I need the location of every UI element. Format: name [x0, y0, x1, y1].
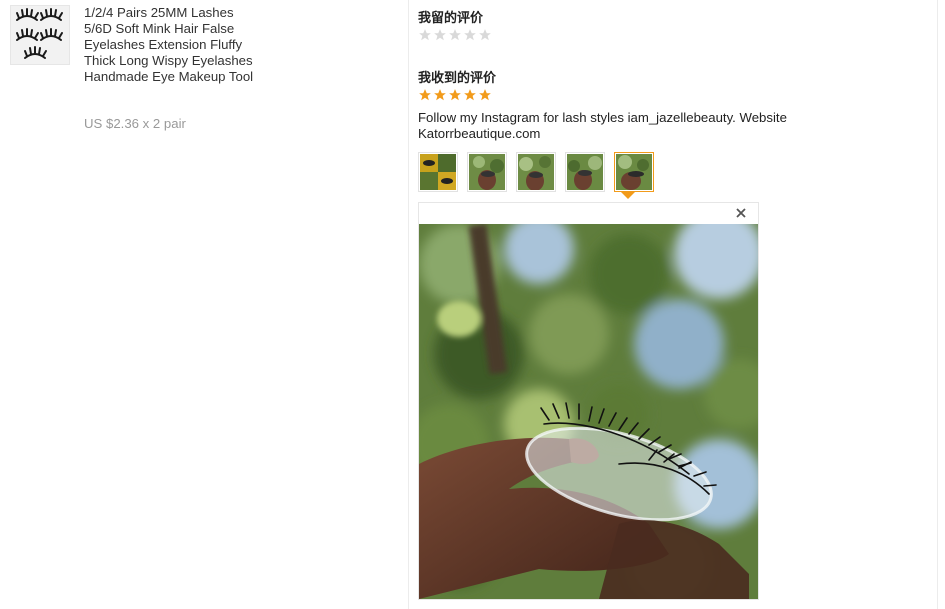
photo-viewer — [418, 202, 759, 600]
review-text: Follow my Instagram for lash styles iam_… — [418, 110, 787, 141]
photo-thumbnail-icon — [518, 154, 554, 191]
my-review-title: 我留的评价 — [418, 10, 484, 25]
star-filled-icon — [464, 89, 476, 101]
review-photo-thumbnails — [418, 152, 654, 192]
star-empty-icon — [479, 29, 491, 41]
star-empty-icon — [419, 29, 431, 41]
received-review-stars — [418, 88, 492, 102]
review-photo-thumb-5[interactable] — [614, 152, 654, 192]
review-photo-thumb-3[interactable] — [516, 152, 556, 192]
star-empty-icon — [434, 29, 446, 41]
review-photo-thumb-4[interactable] — [565, 152, 605, 192]
star-filled-icon — [419, 89, 431, 101]
star-empty-icon — [449, 29, 461, 41]
my-review-stars — [418, 28, 492, 42]
active-thumb-caret — [621, 192, 635, 199]
close-icon[interactable] — [733, 207, 749, 223]
product-title[interactable]: 1/2/4 Pairs 25MM Lashes 5/6D Soft Mink H… — [84, 5, 259, 85]
star-filled-icon — [479, 89, 491, 101]
star-empty-icon — [464, 29, 476, 41]
eyelash-product-photo-icon — [11, 6, 69, 64]
photo-thumbnail-icon — [616, 154, 652, 190]
right-border — [937, 0, 938, 609]
product-thumbnail[interactable] — [10, 5, 70, 65]
review-photo-large — [419, 224, 758, 599]
review-photo-thumb-2[interactable] — [467, 152, 507, 192]
star-filled-icon — [434, 89, 446, 101]
order-product-panel: 1/2/4 Pairs 25MM Lashes 5/6D Soft Mink H… — [0, 0, 408, 609]
received-review-title: 我收到的评价 — [418, 70, 497, 85]
review-photo-thumb-1[interactable] — [418, 152, 458, 192]
product-price: US $2.36 x 2 pair — [84, 116, 186, 131]
photo-thumbnail-icon — [420, 154, 456, 190]
column-divider — [408, 0, 409, 609]
star-filled-icon — [449, 89, 461, 101]
photo-thumbnail-icon — [469, 154, 505, 190]
photo-thumbnail-icon — [567, 154, 603, 190]
